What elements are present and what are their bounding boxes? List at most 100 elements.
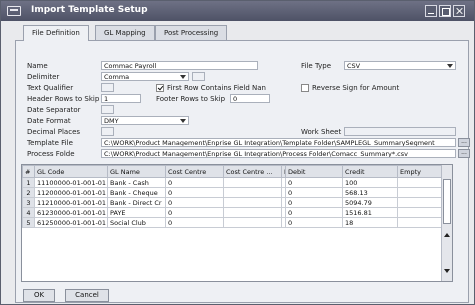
decimal-places-input[interactable] xyxy=(101,127,114,136)
date-separator-label: Date Separator xyxy=(27,106,81,114)
table-row[interactable]: 2 11200000-01-001-01 Bank - Cheque 0 0 5… xyxy=(22,187,442,198)
credit-cell[interactable]: 18 xyxy=(342,217,398,228)
row-number[interactable]: 2 xyxy=(22,187,35,198)
column-header-credit[interactable]: Credit xyxy=(342,165,398,178)
cost-centre-cell[interactable]: 0 xyxy=(165,217,224,228)
gl-name-cell[interactable]: Social Club xyxy=(107,217,166,228)
credit-cell[interactable]: 5094.79 xyxy=(342,197,398,208)
header-rows-label: Header Rows to Skip xyxy=(27,95,99,103)
column-header-cost-centre[interactable]: Cost Centre xyxy=(165,165,224,178)
gl-code-cell[interactable]: 11200000-01-001-01 xyxy=(34,187,108,198)
process-folder-input[interactable]: C:\WORK\Product Management\Enprise GL In… xyxy=(101,149,456,158)
empty-cell[interactable] xyxy=(397,217,442,228)
template-file-browse-button[interactable]: ... xyxy=(458,138,470,147)
table-row[interactable]: 5 61250000-01-001-01 Social Club 0 0 18 xyxy=(22,217,442,228)
name-label: Name xyxy=(27,62,48,70)
empty-cell[interactable] xyxy=(397,177,442,188)
credit-cell[interactable]: 568.13 xyxy=(342,187,398,198)
empty-cell[interactable] xyxy=(397,207,442,218)
tab-file-definition[interactable]: File Definition xyxy=(23,25,89,41)
date-format-label: Date Format xyxy=(27,117,71,125)
row-number[interactable]: 5 xyxy=(22,217,35,228)
empty-cell[interactable] xyxy=(397,197,442,208)
column-header-gl-code[interactable]: GL Code xyxy=(34,165,108,178)
gl-name-cell[interactable]: Bank - Direct Cr xyxy=(107,197,166,208)
debit-cell[interactable]: 0 xyxy=(285,207,343,218)
cost-centre-desc-cell[interactable] xyxy=(223,207,282,218)
credit-cell[interactable]: 1516.81 xyxy=(342,207,398,218)
gl-name-cell[interactable]: PAYE xyxy=(107,207,166,218)
cost-centre-desc-cell[interactable] xyxy=(223,197,282,208)
process-folder-browse-button[interactable]: ... xyxy=(458,149,470,158)
ok-button[interactable]: OK xyxy=(23,289,55,302)
work-sheet-label: Work Sheet xyxy=(301,128,342,136)
maximize-icon[interactable] xyxy=(439,5,451,17)
chevron-down-icon xyxy=(180,119,186,123)
table-row[interactable]: 3 11210000-01-001-01 Bank - Direct Cr 0 … xyxy=(22,197,442,208)
scroll-up-icon[interactable] xyxy=(444,233,450,237)
scroll-down-icon[interactable] xyxy=(444,269,450,273)
title-bar[interactable]: Import Template Setup xyxy=(1,1,474,21)
template-file-input[interactable]: C:\WORK\Product Management\Enprise GL In… xyxy=(101,138,456,147)
gl-name-cell[interactable]: Bank - Cheque xyxy=(107,187,166,198)
gl-mapping-grid[interactable]: # GL Code GL Name Cost Centre Cost Centr… xyxy=(21,164,453,282)
delimiter-custom-field[interactable] xyxy=(192,72,205,81)
debit-cell[interactable]: 0 xyxy=(285,187,343,198)
grid-vertical-scrollbar[interactable] xyxy=(441,165,452,281)
cost-centre-cell[interactable]: 0 xyxy=(165,207,224,218)
row-number[interactable]: 3 xyxy=(22,197,35,208)
row-number[interactable]: 1 xyxy=(22,177,35,188)
window-title: Import Template Setup xyxy=(31,5,148,15)
cost-centre-desc-cell[interactable] xyxy=(223,187,282,198)
reverse-sign-label: Reverse Sign for Amount xyxy=(312,84,400,92)
debit-cell[interactable]: 0 xyxy=(285,177,343,188)
table-row[interactable]: 1 11100000-01-001-01 Bank - Cash 0 0 100 xyxy=(22,177,442,188)
gl-code-cell[interactable]: 11210000-01-001-01 xyxy=(34,197,108,208)
column-header-debit[interactable]: Debit xyxy=(285,165,343,178)
scrollbar-thumb[interactable] xyxy=(443,179,451,224)
delimiter-label: Delimiter xyxy=(27,73,60,81)
cost-centre-desc-cell[interactable] xyxy=(223,177,282,188)
process-folder-label: Process Folde xyxy=(27,150,75,158)
minimize-icon[interactable] xyxy=(425,5,437,17)
cost-centre-cell[interactable]: 0 xyxy=(165,177,224,188)
debit-cell[interactable]: 0 xyxy=(285,197,343,208)
name-input[interactable]: Commac Payroll xyxy=(101,61,258,70)
text-qualifier-input[interactable] xyxy=(101,83,114,92)
cost-centre-desc-cell[interactable] xyxy=(223,217,282,228)
date-separator-input[interactable] xyxy=(101,105,114,114)
debit-cell[interactable]: 0 xyxy=(285,217,343,228)
tab-gl-mapping[interactable]: GL Mapping xyxy=(95,25,155,40)
import-template-window: Import Template Setup File Definition GL… xyxy=(0,0,475,305)
work-sheet-input[interactable] xyxy=(344,127,456,136)
gl-code-cell[interactable]: 61250000-01-001-01 xyxy=(34,217,108,228)
file-type-select[interactable]: CSV xyxy=(344,61,456,70)
tab-post-processing[interactable]: Post Processing xyxy=(155,25,228,40)
date-format-select[interactable]: DMY xyxy=(101,116,189,125)
decimal-places-label: Decimal Places xyxy=(27,128,81,136)
column-header-empty[interactable]: Empty xyxy=(397,165,442,178)
gl-code-cell[interactable]: 11100000-01-001-01 xyxy=(34,177,108,188)
first-row-checkbox[interactable] xyxy=(156,84,164,92)
cost-centre-cell[interactable]: 0 xyxy=(165,197,224,208)
chevron-down-icon xyxy=(180,75,186,79)
footer-rows-input[interactable]: 0 xyxy=(230,94,270,103)
cost-centre-cell[interactable]: 0 xyxy=(165,187,224,198)
file-type-label: File Type xyxy=(301,62,332,70)
reverse-sign-checkbox[interactable] xyxy=(301,84,309,92)
column-header-gl-name[interactable]: GL Name xyxy=(107,165,166,178)
table-row[interactable]: 4 61230000-01-001-01 PAYE 0 0 1516.81 xyxy=(22,207,442,218)
column-header-cost-centre-desc[interactable]: Cost Centre ... xyxy=(223,165,282,178)
gl-name-cell[interactable]: Bank - Cash xyxy=(107,177,166,188)
app-window-icon xyxy=(7,6,21,16)
file-type-value: CSV xyxy=(347,62,361,70)
gl-code-cell[interactable]: 61230000-01-001-01 xyxy=(34,207,108,218)
row-number[interactable]: 4 xyxy=(22,207,35,218)
credit-cell[interactable]: 100 xyxy=(342,177,398,188)
empty-cell[interactable] xyxy=(397,187,442,198)
cancel-button[interactable]: Cancel xyxy=(65,289,109,302)
delimiter-select[interactable]: Comma xyxy=(101,72,189,81)
footer-rows-label: Footer Rows to Skip xyxy=(156,95,226,103)
close-icon[interactable] xyxy=(453,5,465,17)
header-rows-input[interactable]: 1 xyxy=(101,94,141,103)
